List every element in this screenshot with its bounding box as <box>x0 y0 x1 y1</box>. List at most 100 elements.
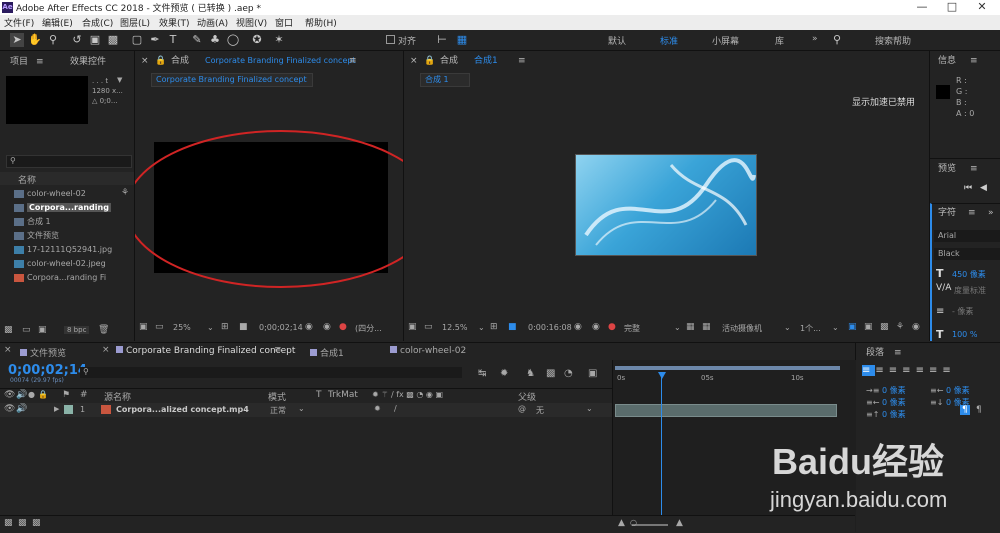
paragraph-title[interactable]: 段落 <box>866 345 884 361</box>
snap-option-icon[interactable]: ⊢ <box>435 33 449 47</box>
new-folder-icon[interactable]: ▭ <box>22 325 31 335</box>
zoom-out-icon[interactable]: ▲ <box>618 518 625 528</box>
bpc-button[interactable]: 8 bpc <box>64 326 90 334</box>
project-search-input[interactable]: ⚲ <box>6 155 132 168</box>
index-column[interactable]: # <box>80 390 88 400</box>
timeline-icon[interactable]: ▩ <box>880 322 889 332</box>
snap-checkbox[interactable] <box>386 35 395 44</box>
align-center-icon[interactable]: ≡ <box>875 365 888 376</box>
paragraph-menu-icon[interactable]: ≡ <box>894 345 902 361</box>
rtl-direction-icon[interactable]: ¶ <box>976 405 982 415</box>
close-tab-icon[interactable]: × <box>4 345 12 355</box>
info-title[interactable]: 信息 <box>938 53 956 69</box>
switch-quality-icon[interactable]: ∕ <box>394 404 397 413</box>
timeline-tab-color-wheel[interactable]: color-wheel-02 <box>390 346 466 356</box>
expand-arrow-icon[interactable]: ▶ <box>54 405 59 413</box>
playhead-handle[interactable] <box>658 372 666 379</box>
timeline-menu-icon[interactable]: ≡ <box>274 345 282 355</box>
leading-value[interactable]: - 像素 <box>952 306 973 317</box>
puppet-tool-icon[interactable]: ✶ <box>272 33 286 47</box>
clone-stamp-tool-icon[interactable]: ♣ <box>208 33 222 47</box>
character-menu-icon[interactable]: ≡ <box>968 205 976 221</box>
info-menu-icon[interactable]: ≡ <box>970 53 978 69</box>
timeline-tab-file-preview[interactable]: 文件预览 <box>20 346 66 359</box>
views-dropdown[interactable]: 1个... <box>800 323 821 334</box>
quality-chevron-icon[interactable]: ⌄ <box>674 323 681 332</box>
parent-chevron-icon[interactable]: ⌄ <box>586 404 593 413</box>
audio-toggle-icon[interactable]: 🔊 <box>16 390 27 400</box>
zoom-slider[interactable] <box>632 524 668 526</box>
zoom-dropdown[interactable]: 25% <box>173 323 191 332</box>
flowchart-icon[interactable]: ⚘ <box>121 187 129 200</box>
indent-left[interactable]: →≡ 0 像素 <box>866 385 906 397</box>
project-item[interactable]: color-wheel-02 ⚘ <box>0 187 134 200</box>
label-tag-icon[interactable]: ⚑ <box>62 390 70 400</box>
timeline-search-input[interactable]: ⚲ <box>80 367 462 378</box>
more-panels-icon[interactable]: » <box>988 205 994 221</box>
quality-dropdown[interactable]: 完整 <box>624 323 640 334</box>
justify-right-icon[interactable]: ≡ <box>929 365 942 376</box>
thumb-dropdown-icon[interactable]: ▼ <box>117 76 122 84</box>
menu-animation[interactable]: 动画(A) <box>197 16 228 29</box>
zoom-in-icon[interactable]: ▲ <box>676 518 683 528</box>
region-icon[interactable]: ⊞ <box>490 322 498 332</box>
workspace-library[interactable]: 库 <box>775 34 784 47</box>
toggle-modes-icon[interactable]: ▩ <box>18 518 27 528</box>
mode-column[interactable]: 模式 <box>268 390 286 403</box>
frame-blending-icon[interactable]: ▩ <box>546 368 555 379</box>
show-snapshot-icon[interactable]: ◉ <box>323 322 331 332</box>
ltr-direction-icon[interactable]: ¶ <box>960 405 970 415</box>
menu-file[interactable]: 文件(F) <box>4 16 34 29</box>
zoom-slider-knob-icon[interactable]: ○ <box>630 518 637 527</box>
mode-dropdown[interactable]: 正常 <box>270 405 286 416</box>
always-preview-icon[interactable]: ▣ <box>408 322 417 332</box>
zoom-chevron-icon[interactable]: ⌄ <box>207 323 214 332</box>
timeline-graph-area[interactable]: 0s 05s 10s <box>612 360 856 532</box>
menu-edit[interactable]: 编辑(E) <box>42 16 73 29</box>
effect-controls-tab[interactable]: 效果控件 <box>70 54 106 70</box>
font-family-dropdown[interactable]: Arial <box>934 230 1000 242</box>
resolution-dropdown[interactable]: (四分... <box>355 323 382 334</box>
new-comp-icon[interactable]: ▣ <box>38 325 47 335</box>
motion-blur-icon[interactable]: ◔ <box>564 368 573 379</box>
zoom-tool-icon[interactable]: ⚲ <box>46 33 60 47</box>
views-chevron-icon[interactable]: ⌄ <box>832 323 839 332</box>
justify-all-icon[interactable]: ≡ <box>942 365 955 376</box>
workspace-default[interactable]: 默认 <box>608 34 626 47</box>
graph-editor-icon[interactable]: ▣ <box>588 368 597 379</box>
pickwhip-icon[interactable]: @ <box>518 404 526 413</box>
source-name-column[interactable]: 源名称 <box>104 390 131 403</box>
menu-window[interactable]: 窗口 <box>275 16 293 29</box>
t-column[interactable]: T <box>316 390 322 400</box>
show-snapshot-icon[interactable]: ◉ <box>592 322 600 332</box>
shy-layers-icon[interactable]: ♞ <box>526 368 535 379</box>
font-size-value[interactable]: 450 像素 <box>952 269 986 280</box>
justify-left-icon[interactable]: ≡ <box>902 365 915 376</box>
parent-dropdown[interactable]: 无 <box>536 405 544 416</box>
menu-layer[interactable]: 图层(L) <box>120 16 150 29</box>
time-ruler[interactable]: 0s 05s 10s <box>615 372 840 386</box>
region-icon[interactable]: ⊞ <box>221 322 229 332</box>
name-column[interactable]: 名称 <box>18 173 36 186</box>
space-before[interactable]: ≡↑ 0 像素 <box>866 409 906 421</box>
channel-icon[interactable]: ● <box>608 322 616 332</box>
transparency-grid-icon[interactable]: ■ <box>239 322 248 332</box>
roto-brush-tool-icon[interactable]: ✪ <box>250 33 264 47</box>
align-right-icon[interactable]: ≡ <box>889 365 902 376</box>
rotate-tool-icon[interactable]: ↺ <box>70 33 84 47</box>
toggle-in-out-icon[interactable]: ▩ <box>32 518 41 528</box>
project-item[interactable]: Corpora...randing <box>0 201 134 214</box>
indent-right[interactable]: ≡← 0 像素 <box>930 385 970 397</box>
indent-first-line[interactable]: ≡← 0 像素 <box>866 397 906 409</box>
transparency-grid-icon[interactable]: ■ <box>508 322 517 332</box>
video-toggle-icon[interactable]: 👁 <box>4 404 15 414</box>
switches-icon[interactable]: ✹ ⚚ ∕ fx ▩ ◔ ◉ ▣ <box>372 390 443 399</box>
pen-tool-icon[interactable]: ✒ <box>148 33 162 47</box>
layer-name[interactable]: Corpora...alized concept.mp4 <box>116 405 249 414</box>
camera-chevron-icon[interactable]: ⌄ <box>784 323 791 332</box>
timeline-tab-comp1[interactable]: 合成1 <box>310 346 344 359</box>
current-time[interactable]: 0:00:16:08 <box>528 323 572 332</box>
always-preview-icon[interactable]: ▣ <box>139 322 148 332</box>
zoom-dropdown[interactable]: 12.5% <box>442 323 467 332</box>
prev-frame-icon[interactable]: ◀ <box>980 183 987 193</box>
